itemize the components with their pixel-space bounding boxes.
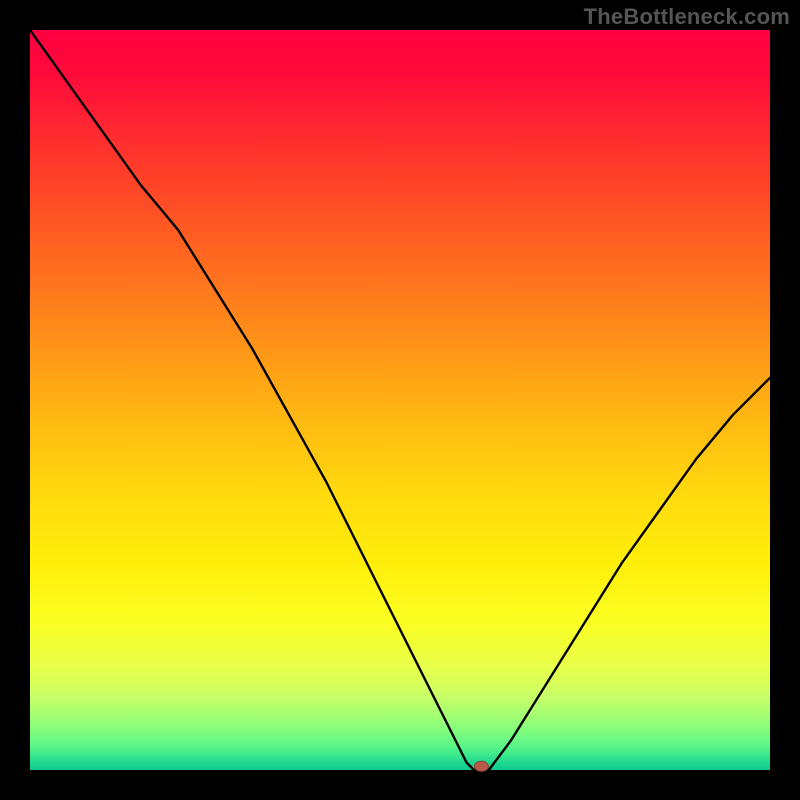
optimum-marker xyxy=(474,761,488,771)
chart-frame: TheBottleneck.com xyxy=(0,0,800,800)
chart-svg xyxy=(30,30,770,770)
watermark-text: TheBottleneck.com xyxy=(584,4,790,30)
plot-area xyxy=(30,30,770,770)
bottleneck-curve xyxy=(30,30,770,770)
